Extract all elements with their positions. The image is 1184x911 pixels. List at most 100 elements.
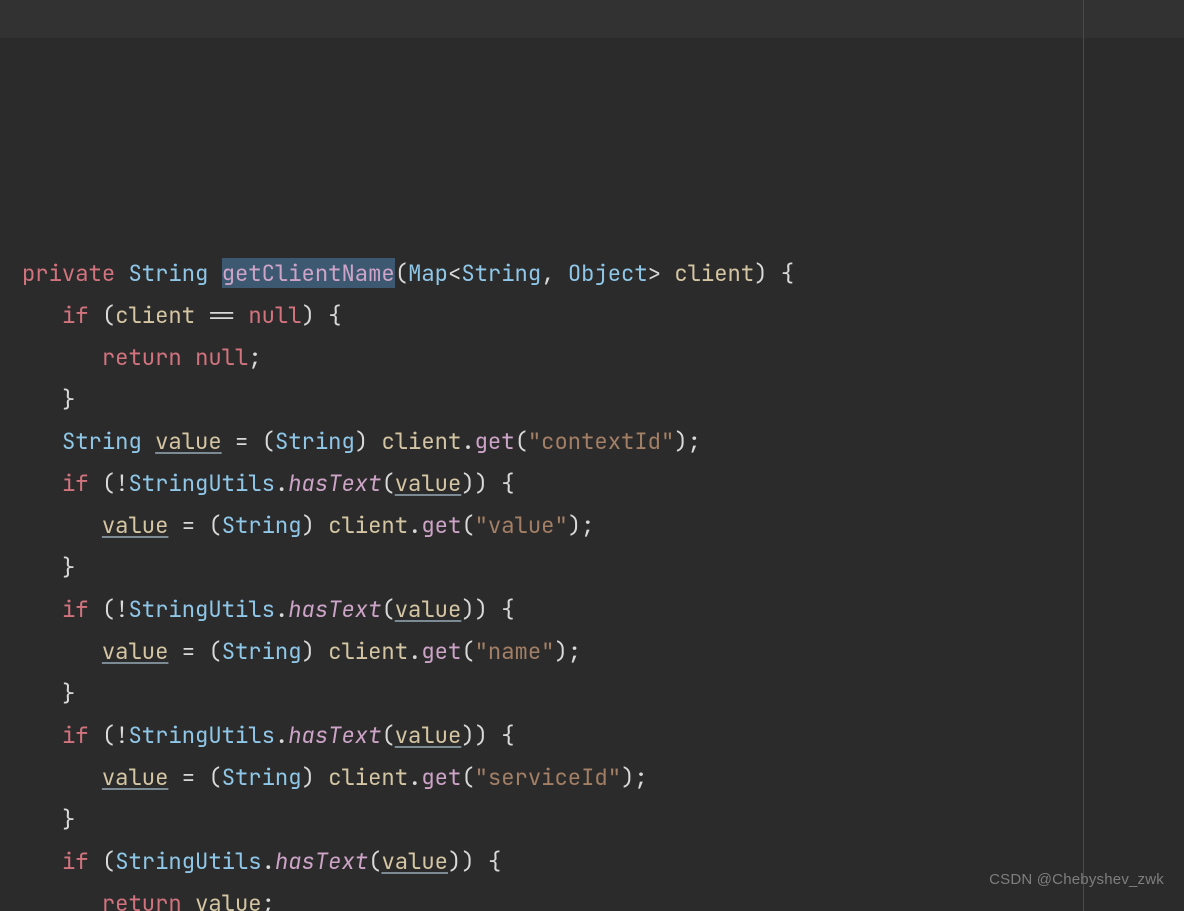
method-get: get: [421, 636, 461, 666]
code-line[interactable]: }: [22, 804, 75, 834]
type-string: String: [222, 636, 302, 666]
code-line[interactable]: if (client == null) {: [22, 300, 342, 330]
brace-open: {: [781, 258, 794, 288]
code-line[interactable]: value = (String) client.get("serviceId")…: [22, 762, 648, 792]
code-line[interactable]: }: [22, 384, 75, 414]
paren-open: (: [381, 594, 394, 624]
code-line[interactable]: if (StringUtils.hasText(value)) {: [22, 846, 501, 876]
keyword-return: return: [102, 342, 182, 372]
method-hastext: hasText: [288, 468, 381, 498]
ident-value: value: [102, 636, 169, 666]
ident-client: client: [115, 300, 195, 330]
code-block[interactable]: private String getClientName(Map<String,…: [22, 210, 1162, 911]
paren-close: ): [461, 468, 474, 498]
paren-close: ): [461, 720, 474, 750]
brace-open: {: [488, 846, 501, 876]
paren-close: ): [475, 594, 488, 624]
keyword-if: if: [62, 720, 89, 750]
keyword-private: private: [22, 258, 115, 288]
type-map: Map: [408, 258, 448, 288]
code-line[interactable]: value = (String) client.get("value");: [22, 510, 594, 540]
paren-close: ): [621, 762, 634, 792]
code-line[interactable]: }: [22, 678, 75, 708]
ident-client: client: [328, 510, 408, 540]
type-string: String: [62, 426, 142, 456]
brace-open: {: [328, 300, 341, 330]
angle-open: <: [448, 258, 461, 288]
paren-close: ): [302, 762, 315, 792]
brace-close: }: [62, 384, 75, 414]
keyword-if: if: [62, 846, 89, 876]
type-object: Object: [568, 258, 648, 288]
paren-close: ): [355, 426, 368, 456]
ident-value: value: [102, 510, 169, 540]
paren-close: ): [461, 594, 474, 624]
keyword-if: if: [62, 468, 89, 498]
paren-open: (: [262, 426, 275, 456]
code-line[interactable]: value = (String) client.get("name");: [22, 636, 581, 666]
method-get: get: [475, 426, 515, 456]
semicolon: ;: [262, 888, 275, 911]
paren-open: (: [208, 510, 221, 540]
method-declaration: getClientName: [222, 258, 395, 288]
ident-value: value: [195, 888, 262, 911]
paren-open: (: [102, 300, 115, 330]
dot: .: [275, 468, 288, 498]
ident-client: client: [328, 762, 408, 792]
type-stringutils: StringUtils: [129, 468, 275, 498]
method-get: get: [421, 510, 461, 540]
dot: .: [461, 426, 474, 456]
paren-close: ): [475, 720, 488, 750]
method-hastext: hasText: [288, 720, 381, 750]
paren-open: (: [102, 720, 115, 750]
brace-open: {: [501, 720, 514, 750]
keyword-if: if: [62, 594, 89, 624]
ident-value: value: [395, 720, 462, 750]
paren-close: ): [674, 426, 687, 456]
op-eq: =: [235, 426, 248, 456]
ident-value: value: [395, 594, 462, 624]
ident-value: value: [102, 762, 169, 792]
paren-open: (: [102, 468, 115, 498]
paren-open: (: [368, 846, 381, 876]
var-value: value: [155, 426, 222, 456]
paren-close: ): [754, 258, 767, 288]
brace-close: }: [62, 678, 75, 708]
code-line[interactable]: private String getClientName(Map<String,…: [22, 258, 794, 288]
param-client: client: [674, 258, 754, 288]
type-stringutils: StringUtils: [129, 720, 275, 750]
type-string: String: [461, 258, 541, 288]
type-stringutils: StringUtils: [129, 594, 275, 624]
paren-close: ): [555, 636, 568, 666]
code-line[interactable]: if (!StringUtils.hasText(value)) {: [22, 720, 515, 750]
dot: .: [408, 510, 421, 540]
code-line[interactable]: }: [22, 552, 75, 582]
string-contextid: "contextId": [528, 426, 674, 456]
keyword-if: if: [62, 300, 89, 330]
semicolon: ;: [581, 510, 594, 540]
dot: .: [262, 846, 275, 876]
ident-client: client: [328, 636, 408, 666]
code-line[interactable]: return null;: [22, 342, 262, 372]
semicolon: ;: [688, 426, 701, 456]
code-line[interactable]: return value;: [22, 888, 275, 911]
code-line[interactable]: if (!StringUtils.hasText(value)) {: [22, 594, 515, 624]
brace-close: }: [62, 804, 75, 834]
op-not: !: [115, 468, 128, 498]
brace-open: {: [501, 594, 514, 624]
code-line[interactable]: String value = (String) client.get("cont…: [22, 426, 701, 456]
dot: .: [408, 636, 421, 666]
keyword-null: null: [248, 300, 301, 330]
code-editor[interactable]: private String getClientName(Map<String,…: [0, 0, 1184, 911]
type-string: String: [275, 426, 355, 456]
paren-open: (: [102, 846, 115, 876]
semicolon: ;: [248, 342, 261, 372]
ident-value: value: [381, 846, 448, 876]
paren-open: (: [102, 594, 115, 624]
string-name: "name": [475, 636, 555, 666]
op-eqeq: ==: [208, 300, 235, 330]
code-line[interactable]: if (!StringUtils.hasText(value)) {: [22, 468, 515, 498]
paren-open: (: [208, 636, 221, 666]
string-serviceid: "serviceId": [475, 762, 621, 792]
paren-close: ): [448, 846, 461, 876]
